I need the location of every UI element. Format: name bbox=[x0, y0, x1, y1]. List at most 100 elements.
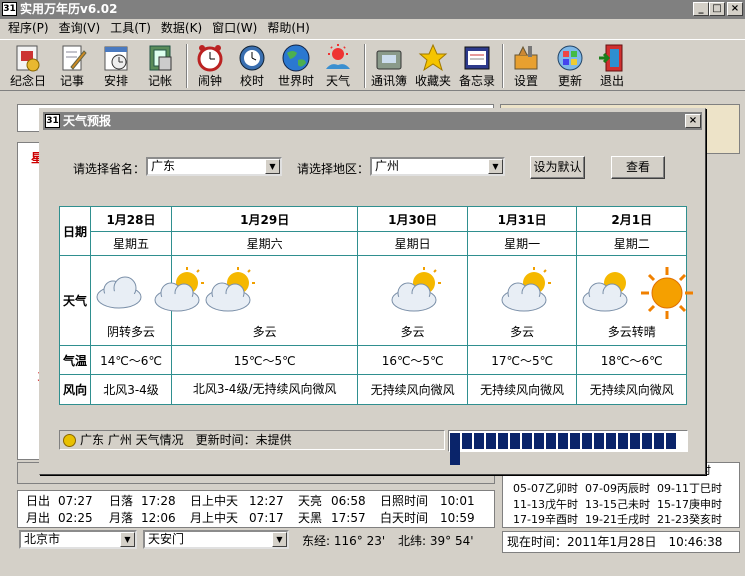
menu-window[interactable]: 窗口(W) bbox=[207, 19, 262, 38]
toolbar-schedule-button[interactable]: 安排 bbox=[94, 42, 138, 90]
maximize-button[interactable]: □ bbox=[709, 2, 725, 16]
progress-segment bbox=[558, 433, 568, 449]
forecast-wind: 无持续风向微风 bbox=[357, 374, 468, 405]
forecast-weather-cell: 多云转晴 bbox=[576, 255, 694, 346]
forecast-date: 1月29日 bbox=[170, 206, 359, 232]
sunrise-label: 日出 bbox=[26, 494, 51, 508]
progress-segment bbox=[606, 433, 616, 449]
progress-segment bbox=[534, 433, 544, 449]
ledger-icon bbox=[145, 43, 175, 73]
app-calendar-icon: 31 bbox=[45, 114, 60, 128]
forecast-weekday: 星期六 bbox=[170, 231, 359, 256]
sunset-label: 日落 bbox=[109, 494, 134, 508]
main-title-bar[interactable]: 31 实用万年历v6.02 _ □ × bbox=[0, 0, 745, 19]
dark-label: 天黑 bbox=[298, 511, 323, 525]
forecast-date: 1月30日 bbox=[357, 206, 468, 232]
chevron-down-icon[interactable]: ▼ bbox=[272, 532, 287, 547]
dialog-close-button[interactable]: × bbox=[685, 114, 701, 128]
toolbar-alarm-button[interactable]: 闹钟 bbox=[188, 42, 232, 90]
forecast-weather-cell: 阴转多云 bbox=[90, 255, 204, 346]
forecast-wind: 北风3-4级/无持续风向微风 bbox=[170, 374, 359, 405]
date-row-label: 日期 bbox=[59, 206, 91, 256]
place-select[interactable]: 天安门 ▼ bbox=[143, 530, 289, 549]
menu-data[interactable]: 数据(K) bbox=[156, 19, 207, 38]
partly-cloudy-icon bbox=[172, 261, 357, 323]
weather-dialog: 31 天气预报 × 请选择省名： 广东 ▼ 请选择地区： 广州 ▼ 设为默认 查看 … bbox=[39, 108, 706, 475]
longitude: 东经: 116° 23' bbox=[302, 534, 386, 548]
progress-segment bbox=[462, 433, 472, 449]
sun-noon-value: 12:27 bbox=[249, 494, 284, 508]
hour-cell: 17-19辛酉时 bbox=[513, 513, 578, 526]
forecast-wind: 无持续风向微风 bbox=[466, 374, 578, 405]
progress-segment bbox=[498, 433, 508, 449]
forecast-temp: 17℃～5℃ bbox=[466, 345, 578, 375]
hour-cell: 19-21壬戌时 bbox=[585, 513, 650, 526]
menu-tools[interactable]: 工具(T) bbox=[105, 19, 156, 38]
weather-icons bbox=[577, 261, 694, 323]
progress-segment bbox=[582, 433, 592, 449]
toolbar-separator bbox=[364, 44, 366, 88]
forecast-date: 1月31日 bbox=[466, 206, 578, 232]
forecast-weekday: 星期日 bbox=[357, 231, 468, 256]
latitude: 北纬: 39° 54' bbox=[398, 534, 474, 548]
toolbar-settings-button[interactable]: 设置 bbox=[504, 42, 548, 90]
forecast-weekday: 星期一 bbox=[466, 231, 578, 256]
close-button[interactable]: × bbox=[727, 2, 743, 16]
area-value: 广州 bbox=[375, 159, 400, 173]
forecast-weather-cell: 多云 bbox=[466, 255, 578, 346]
toolbar-address-book-button[interactable]: 通讯簿 bbox=[367, 42, 411, 90]
daylight-value: 10:01 bbox=[440, 494, 475, 508]
toolbar-world-time-button[interactable]: 世界时 bbox=[274, 42, 318, 90]
set-default-button[interactable]: 设为默认 bbox=[530, 156, 585, 179]
dawn-label: 天亮 bbox=[298, 494, 323, 508]
partly-cloudy-icon bbox=[468, 261, 577, 323]
dialog-title-bar[interactable]: 31 天气预报 × bbox=[43, 112, 702, 130]
chevron-down-icon[interactable]: ▼ bbox=[265, 159, 280, 174]
chevron-down-icon[interactable]: ▼ bbox=[120, 532, 135, 547]
hour-cell: 09-11丁巳时 bbox=[657, 482, 722, 495]
menu-query[interactable]: 查询(V) bbox=[54, 19, 106, 38]
current-time: 现在时间：2011年1月28日 10:46:38 bbox=[507, 535, 723, 549]
progress-segment bbox=[618, 433, 628, 449]
area-select[interactable]: 广州 ▼ bbox=[370, 157, 505, 176]
chevron-down-icon[interactable]: ▼ bbox=[488, 159, 503, 174]
area-label: 请选择地区： bbox=[297, 162, 370, 176]
weather-desc: 多云 bbox=[252, 325, 277, 339]
toolbar-ledger-button[interactable]: 记帐 bbox=[138, 42, 182, 90]
toolbar-note-button[interactable]: 记事 bbox=[50, 42, 94, 90]
moonset-value: 12:06 bbox=[141, 511, 176, 525]
forecast-weekday: 星期五 bbox=[90, 231, 172, 256]
progress-segment bbox=[450, 433, 460, 449]
app-title: 实用万年历v6.02 bbox=[20, 2, 118, 16]
toolbar-time-sync-button[interactable]: 校时 bbox=[230, 42, 274, 90]
status-light-icon bbox=[63, 434, 76, 447]
toolbar-memo-button[interactable]: 备忘录 bbox=[455, 42, 499, 90]
sunset-value: 17:28 bbox=[141, 494, 176, 508]
weather-desc: 阴转多云 bbox=[106, 325, 155, 339]
star-icon bbox=[418, 43, 448, 73]
weather-desc: 多云 bbox=[510, 325, 535, 339]
anniversary-icon bbox=[13, 43, 43, 73]
memo-icon bbox=[462, 43, 492, 73]
moonrise-value: 02:25 bbox=[58, 511, 93, 525]
hour-cell: 15-17庚申时 bbox=[657, 498, 722, 511]
menu-program[interactable]: 程序(P) bbox=[0, 19, 54, 38]
progress-segment bbox=[642, 433, 652, 449]
toolbar-update-button[interactable]: 更新 bbox=[548, 42, 592, 90]
toolbar-anniversary-button[interactable]: 纪念日 bbox=[6, 42, 50, 90]
partly-cloudy-icon bbox=[358, 261, 467, 323]
toolbar-weather-button[interactable]: 天气 bbox=[316, 42, 360, 90]
forecast-weather-cell: 多云 bbox=[357, 255, 468, 346]
forecast-wind: 无持续风向微风 bbox=[576, 374, 687, 405]
progress-segment bbox=[510, 433, 520, 449]
province-select[interactable]: 广东 ▼ bbox=[146, 157, 282, 176]
forecast-temp: 15℃～5℃ bbox=[170, 345, 359, 375]
toolbar-exit-button[interactable]: 退出 bbox=[590, 42, 634, 90]
menu-help[interactable]: 帮助(H) bbox=[262, 19, 314, 38]
current-time-panel: 现在时间：2011年1月28日 10:46:38 bbox=[502, 531, 740, 553]
minimize-button[interactable]: _ bbox=[693, 2, 709, 16]
weather-row-label: 天气 bbox=[59, 255, 91, 346]
view-button[interactable]: 查看 bbox=[611, 156, 665, 179]
city-select[interactable]: 北京市 ▼ bbox=[19, 530, 137, 549]
toolbar-favorites-button[interactable]: 收藏夹 bbox=[411, 42, 455, 90]
